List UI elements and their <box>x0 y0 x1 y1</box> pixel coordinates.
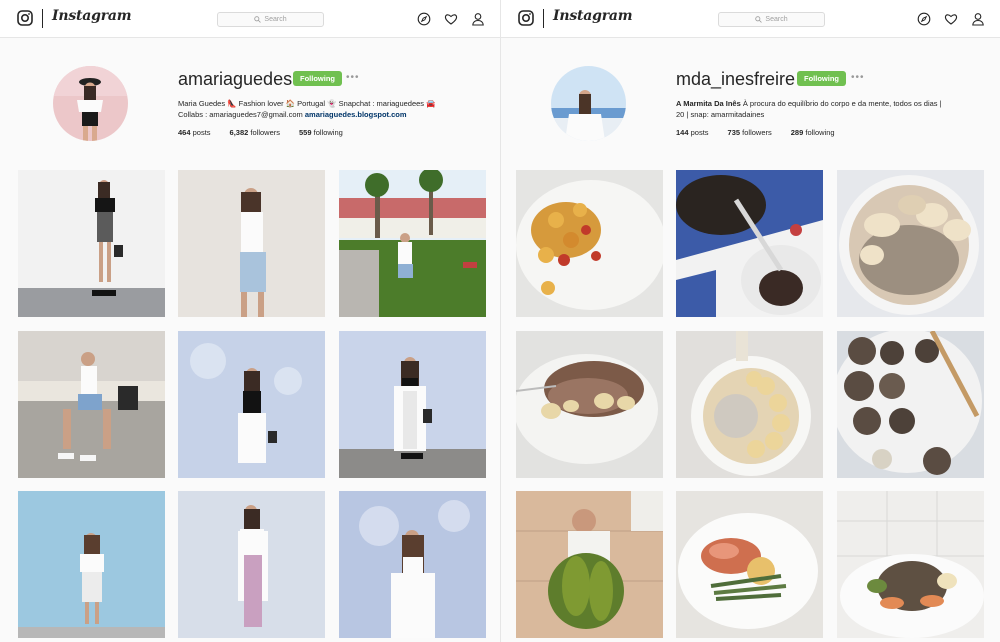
following-stat[interactable]: 559 following <box>299 128 343 137</box>
following-label: following <box>805 128 835 137</box>
following-count: 559 <box>299 128 312 137</box>
profile-stats: 144 posts 735 followers 289 following <box>676 128 835 137</box>
following-label: following <box>313 128 343 137</box>
profile-username: amariaguedes <box>178 69 293 89</box>
profile-bio: Maria Guedes 👠 Fashion lover 🏠 Portugal … <box>178 98 463 120</box>
photo-post[interactable] <box>516 491 663 638</box>
photo-post[interactable] <box>676 170 823 317</box>
bio-link[interactable]: amariaguedes.blogspot.com <box>305 110 407 119</box>
photo-post[interactable] <box>339 331 486 478</box>
photo-post[interactable] <box>18 491 165 638</box>
photo-post[interactable] <box>178 331 325 478</box>
profile-header: amariaguedes Following ••• Maria Guedes … <box>0 38 500 170</box>
bio-text: Collabs : amariaguedes7@gmail.com <box>178 110 303 119</box>
profile-page-amariaguedes: Instagram Search amariaguedes Following … <box>0 0 500 642</box>
logo-divider <box>42 9 43 28</box>
instagram-logo-icon[interactable] <box>17 10 33 26</box>
photo-post[interactable] <box>339 491 486 638</box>
photo-post[interactable] <box>516 170 663 317</box>
heart-icon[interactable] <box>444 12 458 26</box>
following-count: 289 <box>790 128 804 137</box>
followers-label: followers <box>250 128 281 137</box>
compass-icon[interactable] <box>417 12 431 26</box>
search-icon <box>254 16 262 23</box>
photo-post[interactable] <box>18 170 165 317</box>
profile-bio: A Marmita Da Inês À procura do equilíbri… <box>676 98 981 120</box>
photo-post[interactable] <box>18 331 165 478</box>
photo-post[interactable] <box>516 331 663 478</box>
bio-line: A Marmita Da Inês À procura do equilíbri… <box>676 98 981 109</box>
logo-divider <box>543 9 544 28</box>
following-stat[interactable]: 289 following <box>791 128 835 137</box>
search-placeholder: Search <box>264 16 287 23</box>
followers-stat[interactable]: 6,382 followers <box>230 128 280 137</box>
bio-name: A Marmita Da Inês <box>676 99 741 108</box>
posts-count: 464 <box>178 128 191 137</box>
nav-icons <box>417 12 485 26</box>
search-icon <box>755 16 763 23</box>
photo-post[interactable] <box>676 491 823 638</box>
posts-stat: 464 posts <box>178 128 211 137</box>
posts-label: posts <box>690 128 709 137</box>
instagram-wordmark[interactable]: Instagram <box>553 8 633 24</box>
search-placeholder: Search <box>765 16 788 23</box>
screenshot: Instagram Search amariaguedes Following … <box>0 0 1000 642</box>
more-options-icon[interactable]: ••• <box>851 73 865 83</box>
bio-text: À procura do equilíbrio do corpo e da me… <box>742 99 942 108</box>
compass-icon[interactable] <box>917 12 931 26</box>
photo-post[interactable] <box>837 170 984 317</box>
profile-stats: 464 posts 6,382 followers 559 following <box>178 128 343 137</box>
bio-line: Maria Guedes 👠 Fashion lover 🏠 Portugal … <box>178 99 436 108</box>
top-navbar: Instagram Search <box>501 0 1000 38</box>
posts-label: posts <box>192 128 211 137</box>
search-input[interactable]: Search <box>217 12 324 27</box>
heart-icon[interactable] <box>944 12 958 26</box>
followers-count: 735 <box>727 128 741 137</box>
followers-count: 6,382 <box>229 128 249 137</box>
top-navbar: Instagram Search <box>0 0 500 38</box>
profile-icon[interactable] <box>471 12 485 26</box>
avatar[interactable] <box>53 66 128 141</box>
instagram-wordmark[interactable]: Instagram <box>52 8 132 24</box>
more-options-icon[interactable]: ••• <box>346 73 360 83</box>
photo-post[interactable] <box>837 331 984 478</box>
bio-line: Collabs : amariaguedes7@gmail.com amaria… <box>178 109 463 120</box>
posts-stat: 144 posts <box>676 128 709 137</box>
avatar[interactable] <box>551 66 626 141</box>
following-button[interactable]: Following <box>797 71 846 86</box>
photo-post[interactable] <box>676 331 823 478</box>
photo-post[interactable] <box>837 491 984 638</box>
followers-label: followers <box>742 128 772 137</box>
profile-header: mda_inesfreire Following ••• A Marmita D… <box>501 38 1000 170</box>
search-input[interactable]: Search <box>718 12 825 27</box>
profile-page-mda-inesfreire: Instagram Search mda_inesfreire Followin… <box>500 0 1000 642</box>
photo-post[interactable] <box>178 491 325 638</box>
nav-icons <box>917 12 985 26</box>
instagram-logo-icon[interactable] <box>518 10 534 26</box>
photo-post[interactable] <box>178 170 325 317</box>
profile-username: mda_inesfreire <box>676 69 796 89</box>
profile-icon[interactable] <box>971 12 985 26</box>
followers-stat[interactable]: 735 followers <box>728 128 772 137</box>
posts-count: 144 <box>676 128 689 137</box>
following-button[interactable]: Following <box>293 71 342 86</box>
photo-post[interactable] <box>339 170 486 317</box>
bio-line: 20 | snap: amarmitadaines <box>676 110 765 119</box>
